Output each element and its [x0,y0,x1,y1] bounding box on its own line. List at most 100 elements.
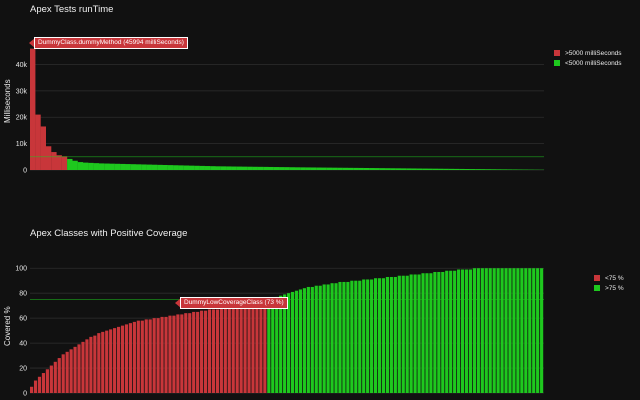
chart2-bar [453,270,457,393]
chart1-bar [453,168,460,170]
legend-swatch-red [554,50,560,56]
charts-canvas: 0 10k 20k 30k 40k 0 20 40 60 80 100 [15,48,545,398]
chart2-bar [156,318,160,393]
chart2-bar [468,269,473,393]
chart2-bar [184,313,188,393]
legend-swatch-red [594,275,600,281]
chart2-bar [342,281,346,393]
chart1-bar [438,168,444,170]
chart2-bar [405,275,409,393]
chart1-bar [289,167,296,170]
legend-item-under-threshold[interactable]: <5000 milliSeconds [554,58,622,68]
chart1-annotation: DummyClass.dummyMethod (45994 milliSecon… [34,37,188,49]
chart2-bar [81,341,85,393]
chart1-bar [167,165,174,170]
chart2-bar [294,290,299,393]
chart1-bar [512,169,518,170]
chart1-bar [379,168,386,170]
chart2-bar [196,311,200,393]
chart1-bar [157,164,163,170]
chart1-bar [353,167,359,170]
chart1-bar [88,162,94,170]
chart2-bar [73,346,77,393]
chart2-bar [69,349,73,393]
chart2-bar [144,319,148,393]
chart2-bar [101,331,105,393]
chart2-bar [219,308,223,393]
chart1-bar [61,156,68,170]
chart2-bar [421,273,425,393]
chart2-bar [524,268,528,393]
legend-label: <5000 milliSeconds [565,59,622,67]
chart1-bar [390,168,396,170]
chart2-bar [492,268,496,393]
chart2-bar [540,268,544,393]
chart2-legend: <75 % >75 % [594,273,624,293]
chart2-bar [464,269,469,393]
chart2-bar [314,285,318,393]
chart2-bar [192,311,196,393]
legend-swatch-green [594,285,600,291]
chart1-ytick-label: 40k [16,62,28,69]
chart2-bar [290,291,295,393]
chart2-bar [116,326,121,393]
chart2-bar [93,335,97,393]
chart2-bar [247,304,251,393]
chart1-legend: >5000 milliSeconds <5000 milliSeconds [554,48,622,68]
legend-item-over-threshold[interactable]: >5000 milliSeconds [554,48,622,58]
chart1-bar [114,163,121,170]
chart1-bar [204,166,211,170]
chart2-bar [97,333,101,393]
chart2-ytick-label: 40 [19,341,27,348]
chart2-bar [318,285,322,393]
chart2-bar [397,275,401,393]
chart2-bar [449,270,453,393]
chart1-bar [501,169,508,170]
chart1-bar [141,164,147,170]
chart1-bar [247,166,253,170]
chart2-bar [484,268,488,393]
chart1-bar [135,164,142,170]
chart1-bar [162,164,168,170]
chart2-bar [504,268,508,393]
chart2-ytick-label: 80 [19,291,27,298]
chart1-bar [491,169,497,170]
legend-label: <75 % [605,274,624,282]
chart1-ytick-label: 30k [16,88,28,95]
legend-item-low-coverage[interactable]: <75 % [594,273,624,283]
chart2-bar [30,386,34,393]
chart1-bar [257,166,264,170]
chart1-bar [125,164,131,170]
chart2-bar [200,310,204,393]
chart2-bar [271,298,275,393]
chart1-bar [347,167,354,170]
chart2-bar [322,284,326,393]
chart1-bar [294,167,301,170]
chart2-bar [235,305,239,393]
chart2-bar [500,268,504,393]
chart2-bar [445,270,449,393]
chart2-bar [476,268,480,393]
chart2-bar [132,321,136,393]
chart2-bar [243,304,247,393]
legend-item-high-coverage[interactable]: >75 % [594,283,624,293]
chart1-bar [98,163,105,170]
chart2-bar [377,278,382,393]
chart2-bar [508,268,512,393]
chart1-bar [475,169,481,170]
chart2-bar [45,369,49,393]
chart1-bar [469,169,476,170]
chart1-bar [173,165,179,170]
chart1-bar [300,167,306,170]
chart1-bar [496,169,502,170]
chart2-bar [433,271,437,393]
chart1-bar [310,167,317,170]
chart1-bar [326,167,333,170]
chart1-bar [459,168,465,170]
chart2-bar [49,365,53,393]
chart2-bar [532,268,536,393]
chart1-bar [506,169,513,170]
chart2-bar [425,273,429,393]
chart2-bar [65,351,69,393]
chart1-bar [120,163,126,170]
